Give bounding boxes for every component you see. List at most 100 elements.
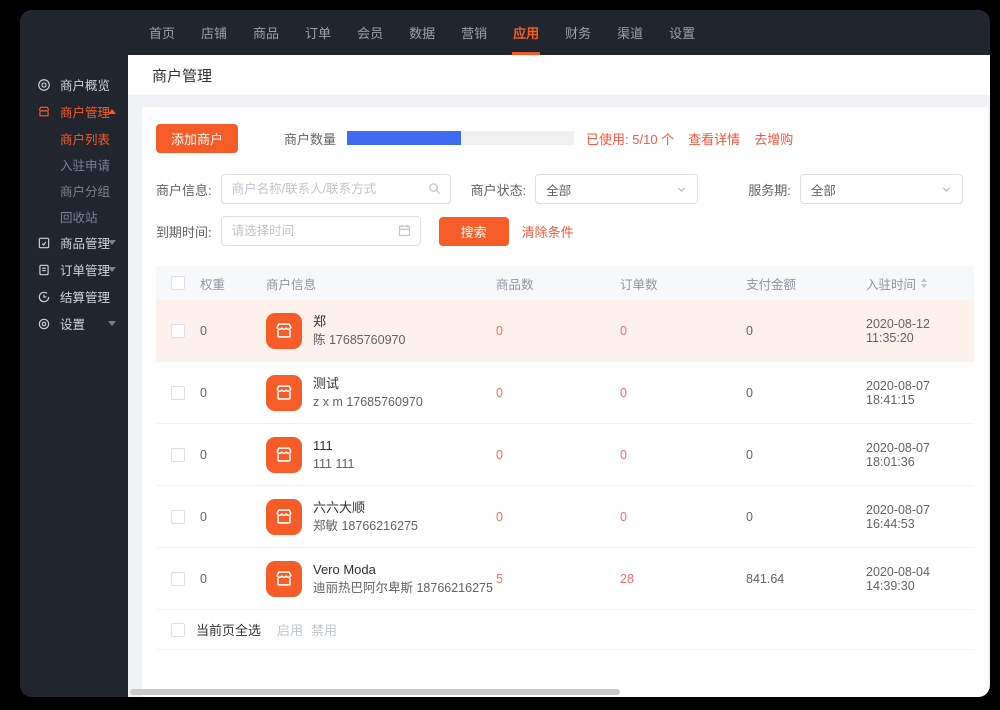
cell-products[interactable]: 0 — [496, 510, 620, 524]
row-checkbox[interactable] — [171, 385, 185, 400]
content-area: 添加商户 商户数量 已使用: 5/10 个 查看详情 去增购 商户信息: 商户名… — [128, 95, 990, 697]
cell-products[interactable]: 0 — [496, 386, 620, 400]
merchant-card: 添加商户 商户数量 已使用: 5/10 个 查看详情 去增购 商户信息: 商户名… — [142, 107, 988, 697]
filter-row-2: 到期时间: 搜索 清除条件 — [156, 216, 974, 246]
box-icon — [37, 236, 51, 250]
table-row[interactable]: 0 测试 z x m 17685760970 0 0 0 2020-08-07 … — [156, 362, 974, 424]
nav-shop[interactable]: 店铺 — [188, 10, 240, 55]
cell-weight: 0 — [200, 571, 207, 586]
chevron-down-icon — [108, 240, 116, 245]
enable-button[interactable]: 启用 — [277, 620, 303, 639]
row-checkbox[interactable] — [171, 323, 185, 338]
merchant-name[interactable]: 111 — [313, 437, 354, 455]
expire-time-input[interactable] — [220, 216, 421, 246]
quota-progress-fill — [347, 131, 461, 145]
cell-join-time: 2020-08-07 18:01:36 — [866, 440, 930, 469]
buy-more-link[interactable]: 去增购 — [754, 129, 793, 148]
status-select[interactable]: 全部 — [535, 174, 699, 204]
nav-members[interactable]: 会员 — [344, 10, 396, 55]
quota-used-text: 已使用: 5/10 个 — [586, 131, 675, 147]
chevron-down-icon — [108, 321, 116, 326]
merchant-avatar — [266, 560, 302, 597]
cell-orders[interactable]: 0 — [620, 448, 746, 462]
select-all-checkbox[interactable] — [171, 276, 185, 290]
sidebar-item-merchant-overview[interactable]: 商户概览 — [20, 71, 128, 98]
disable-button[interactable]: 禁用 — [311, 620, 337, 639]
cell-products[interactable]: 0 — [496, 448, 620, 462]
filter-row-1: 商户信息: 商户状态: 全部 — [156, 174, 974, 204]
nav-apps-active[interactable]: 应用 — [500, 10, 552, 55]
sidebar-label: 商户概览 — [60, 79, 111, 93]
cell-payment: 0 — [746, 447, 753, 462]
nav-settings[interactable]: 设置 — [656, 10, 708, 55]
sidebar-item-merchant-management[interactable]: 商户管理 — [20, 98, 128, 125]
nav-data[interactable]: 数据 — [396, 10, 448, 55]
nav-products[interactable]: 商品 — [240, 10, 292, 55]
chevron-down-icon — [675, 183, 688, 196]
clear-filters-link[interactable]: 清除条件 — [522, 222, 574, 241]
col-header-weight: 权重 — [200, 277, 226, 292]
col-header-join-time[interactable]: 入驻时间 — [866, 274, 916, 293]
nav-orders[interactable]: 订单 — [292, 10, 344, 55]
row-checkbox[interactable] — [171, 571, 185, 586]
sidebar-item-groups[interactable]: 商户分组 — [20, 177, 128, 203]
sidebar-item-order-management[interactable]: 订单管理 — [20, 256, 128, 283]
status-value: 全部 — [546, 183, 572, 198]
page-title-bar: 商户管理 — [128, 55, 990, 95]
service-period-value: 全部 — [810, 183, 836, 198]
service-period-select[interactable]: 全部 — [799, 174, 963, 204]
merchant-name[interactable]: 郑 — [313, 313, 405, 331]
col-header-merchant-info: 商户信息 — [266, 277, 317, 292]
cell-orders[interactable]: 0 — [620, 510, 746, 524]
search-button[interactable]: 搜索 — [438, 216, 509, 246]
quota-progress-bar — [347, 131, 575, 145]
sidebar-item-apply[interactable]: 入驻申请 — [20, 151, 128, 177]
calendar-icon — [397, 223, 412, 238]
sidebar-item-settlement-management[interactable]: 结算管理 — [20, 283, 128, 310]
nav-finance[interactable]: 财务 — [552, 10, 604, 55]
merchant-name[interactable]: 六六大顺 — [313, 499, 418, 517]
sidebar-item-recycle[interactable]: 回收站 — [20, 203, 128, 229]
toolbar: 添加商户 商户数量 已使用: 5/10 个 查看详情 去增购 — [156, 123, 974, 153]
cell-orders[interactable]: 0 — [620, 386, 746, 400]
table-row[interactable]: 0 六六大顺 郑敏 18766216275 0 0 0 2020-08-07 1… — [156, 486, 974, 548]
sidebar-item-product-management[interactable]: 商品管理 — [20, 229, 128, 256]
merchant-info-input[interactable] — [220, 174, 451, 204]
cell-products[interactable]: 5 — [496, 572, 620, 586]
settlement-icon — [37, 290, 51, 304]
table-row[interactable]: 0 111 111 111 0 0 0 2020-08-07 18:01:36 — [156, 424, 974, 486]
nav-channels[interactable]: 渠道 — [604, 10, 656, 55]
sidebar-label: 商品管理 — [60, 237, 111, 251]
cell-orders[interactable]: 28 — [620, 572, 746, 586]
merchant-info-label: 商户信息: — [156, 182, 212, 198]
row-checkbox[interactable] — [171, 509, 185, 524]
sidebar-item-merchant-list[interactable]: 商户列表 — [20, 125, 128, 151]
horizontal-scrollbar[interactable] — [130, 689, 620, 695]
col-header-products: 商品数 — [496, 277, 534, 292]
cell-products[interactable]: 0 — [496, 324, 620, 338]
table-row[interactable]: 0 郑 陈 17685760970 0 0 0 2020-08-12 11:35… — [156, 300, 974, 362]
table-row[interactable]: 0 Vero Moda 迪丽热巴阿尔卑斯 18766216275 5 28 84… — [156, 548, 974, 610]
merchant-name[interactable]: 测试 — [313, 375, 423, 393]
page-title: 商户管理 — [152, 67, 213, 85]
view-detail-link[interactable]: 查看详情 — [688, 129, 740, 148]
cell-payment: 0 — [746, 509, 753, 524]
nav-marketing[interactable]: 营销 — [448, 10, 500, 55]
cell-payment: 0 — [746, 323, 753, 338]
storefront-icon — [37, 105, 51, 119]
add-merchant-button[interactable]: 添加商户 — [156, 123, 239, 153]
select-page-checkbox[interactable] — [171, 622, 185, 637]
cell-join-time: 2020-08-12 11:35:20 — [866, 316, 930, 345]
row-checkbox[interactable] — [171, 447, 185, 462]
merchant-name[interactable]: Vero Moda — [313, 561, 493, 579]
merchant-contact: 111 111 — [313, 456, 355, 471]
sidebar-label: 结算管理 — [60, 291, 111, 305]
sidebar-item-settings[interactable]: 设置 — [20, 310, 128, 337]
cell-join-time: 2020-08-07 16:44:53 — [866, 502, 930, 531]
merchant-avatar — [266, 498, 302, 535]
merchant-info-field — [220, 174, 451, 204]
cell-orders[interactable]: 0 — [620, 324, 746, 338]
sort-icon[interactable] — [921, 278, 928, 288]
merchant-contact: 郑敏 18766216275 — [313, 518, 418, 533]
nav-home[interactable]: 首页 — [136, 10, 188, 55]
